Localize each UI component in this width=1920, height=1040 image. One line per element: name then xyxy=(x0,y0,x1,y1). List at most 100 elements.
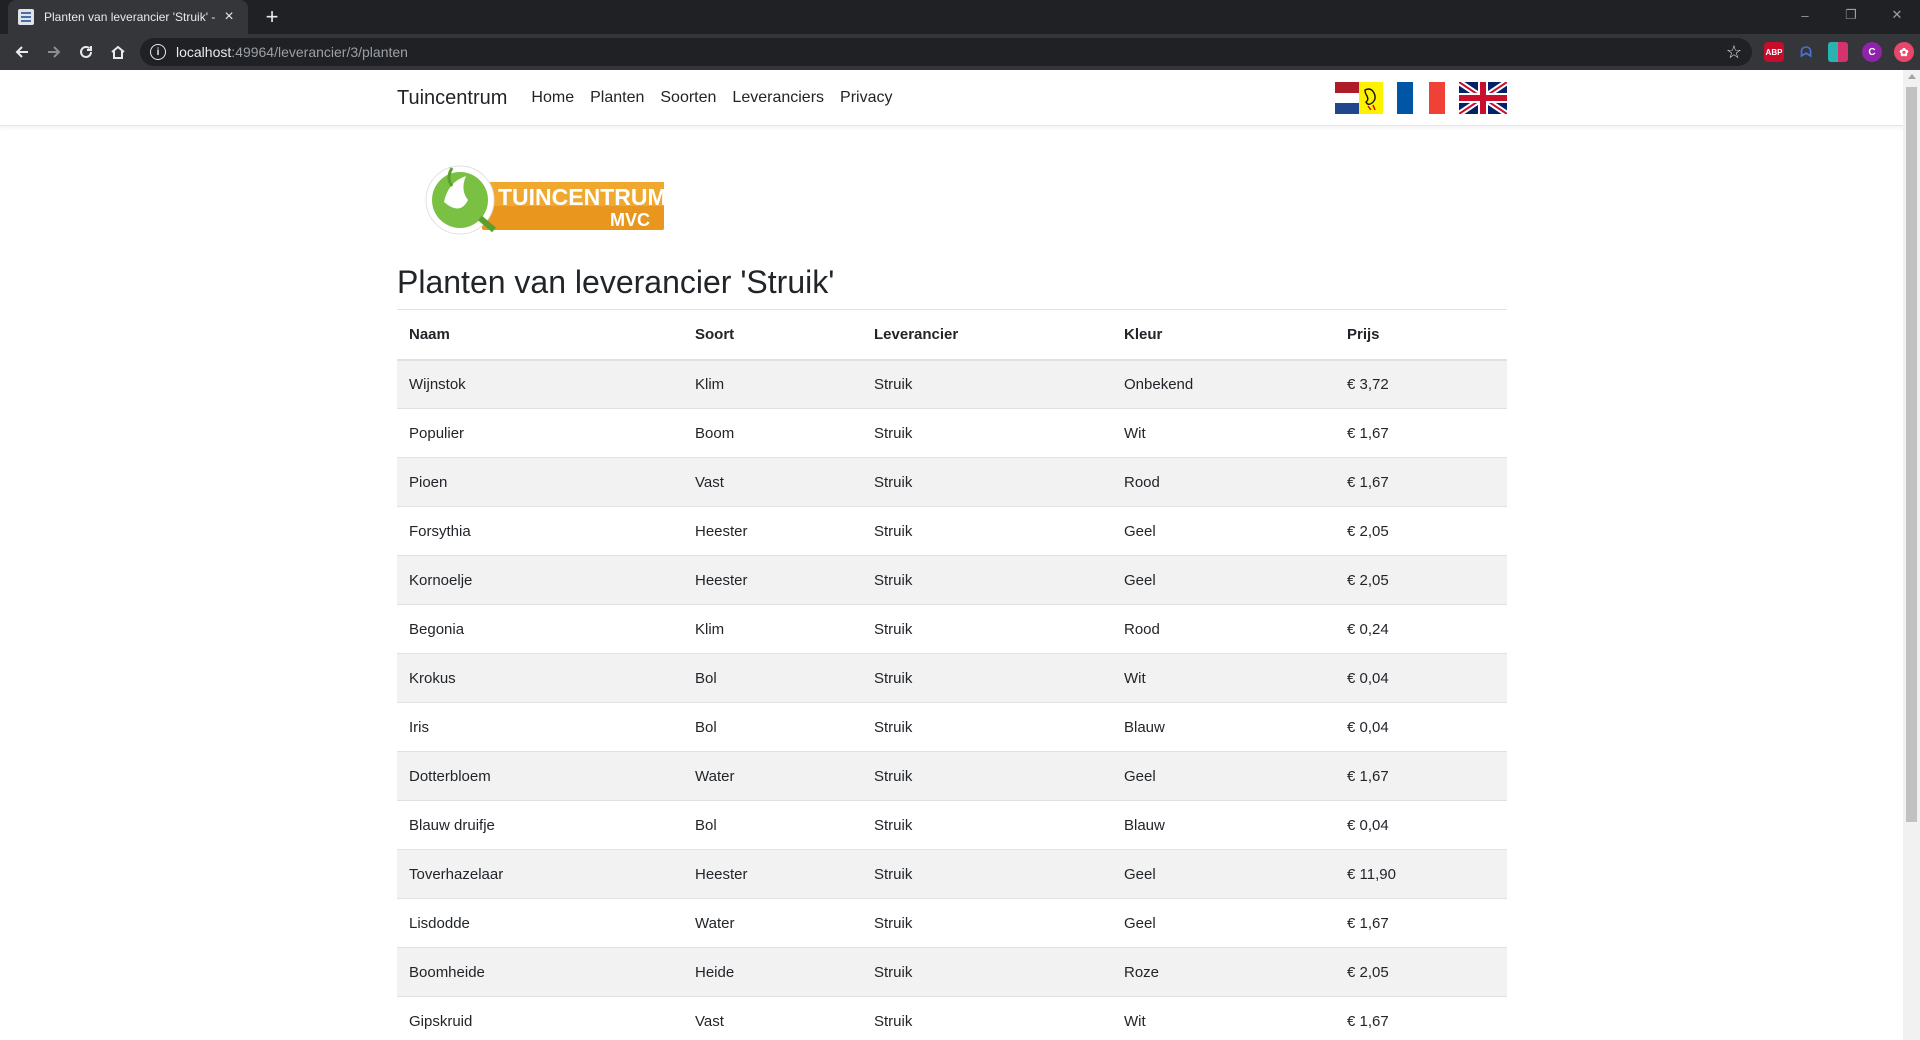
cell-naam: Kornoelje xyxy=(397,555,683,605)
address-bar[interactable]: i localhost:49964/leverancier/3/planten … xyxy=(140,38,1752,66)
cell-naam: Boomheide xyxy=(397,947,683,997)
page-favicon-icon xyxy=(18,9,34,25)
cell-naam: Krokus xyxy=(397,653,683,703)
cell-naam: Toverhazelaar xyxy=(397,849,683,899)
nav-link-home[interactable]: Home xyxy=(531,89,574,107)
cell-prijs: € 3,72 xyxy=(1335,359,1507,409)
book-extension-icon[interactable] xyxy=(1828,42,1848,62)
main-container: TUINCENTRUM MVC Planten van leverancier … xyxy=(397,127,1507,1040)
column-header-naam: Naam xyxy=(397,309,683,361)
cell-soort: Bol xyxy=(683,800,862,850)
cell-leverancier: Struik xyxy=(862,506,1112,556)
cell-soort: Bol xyxy=(683,702,862,752)
cell-kleur: Blauw xyxy=(1112,702,1335,752)
cell-soort: Water xyxy=(683,751,862,801)
cell-soort: Heester xyxy=(683,555,862,605)
home-icon xyxy=(111,45,125,59)
cell-prijs: € 1,67 xyxy=(1335,996,1507,1040)
cell-leverancier: Struik xyxy=(862,947,1112,997)
ghost-extension-icon[interactable]: ᗣ xyxy=(1796,42,1816,62)
cell-prijs: € 11,90 xyxy=(1335,849,1507,899)
arrow-left-icon xyxy=(15,46,28,58)
cell-kleur: Onbekend xyxy=(1112,359,1335,409)
table-row: Pioen Vast Struik Rood € 1,67 xyxy=(397,457,1507,507)
forward-button[interactable] xyxy=(38,36,70,68)
cell-kleur: Blauw xyxy=(1112,800,1335,850)
new-tab-button[interactable]: + xyxy=(258,3,286,31)
tab-title: Planten van leverancier 'Struik' - xyxy=(44,10,216,24)
home-button[interactable] xyxy=(102,36,134,68)
nav-link-privacy[interactable]: Privacy xyxy=(840,89,892,107)
page-title: Planten van leverancier 'Struik' xyxy=(397,264,835,300)
cell-naam: Gipskruid xyxy=(397,996,683,1040)
cell-leverancier: Struik xyxy=(862,702,1112,752)
logo-text-tuincentrum: TUINCENTRUM xyxy=(498,184,667,210)
cell-prijs: € 1,67 xyxy=(1335,898,1507,948)
flag-nl-icon[interactable] xyxy=(1335,82,1383,114)
cell-prijs: € 0,04 xyxy=(1335,800,1507,850)
cell-leverancier: Struik xyxy=(862,751,1112,801)
cell-leverancier: Struik xyxy=(862,457,1112,507)
cell-leverancier: Struik xyxy=(862,996,1112,1040)
language-flags xyxy=(1335,82,1507,114)
close-window-button[interactable]: ✕ xyxy=(1874,0,1920,30)
cell-soort: Heester xyxy=(683,506,862,556)
nav-link-soorten[interactable]: Soorten xyxy=(660,89,716,107)
pink-extension-icon[interactable]: ✿ xyxy=(1894,42,1914,62)
cell-kleur: Geel xyxy=(1112,898,1335,948)
url-text: localhost:49964/leverancier/3/planten xyxy=(176,44,408,60)
table-row: Lisdodde Water Struik Geel € 1,67 xyxy=(397,898,1507,948)
cell-leverancier: Struik xyxy=(862,604,1112,654)
window-controls: – ❐ ✕ xyxy=(1782,0,1920,30)
cell-prijs: € 2,05 xyxy=(1335,506,1507,556)
cell-leverancier: Struik xyxy=(862,359,1112,409)
cell-leverancier: Struik xyxy=(862,849,1112,899)
cell-prijs: € 2,05 xyxy=(1335,555,1507,605)
table-row: Wijnstok Klim Struik Onbekend € 3,72 xyxy=(397,359,1507,409)
cell-soort: Water xyxy=(683,898,862,948)
minimize-button[interactable]: – xyxy=(1782,0,1828,30)
cell-kleur: Wit xyxy=(1112,408,1335,458)
cell-prijs: € 1,67 xyxy=(1335,457,1507,507)
cell-naam: Populier xyxy=(397,408,683,458)
table-row: Toverhazelaar Heester Struik Geel € 11,90 xyxy=(397,849,1507,899)
cell-kleur: Wit xyxy=(1112,653,1335,703)
cell-naam: Lisdodde xyxy=(397,898,683,948)
adblock-extension-icon[interactable]: ABP xyxy=(1764,42,1784,62)
site-info-icon[interactable]: i xyxy=(150,44,166,60)
reload-icon xyxy=(80,45,92,58)
flag-fr-icon[interactable] xyxy=(1397,82,1445,114)
table-row: Dotterbloem Water Struik Geel € 1,67 xyxy=(397,751,1507,801)
bookmark-star-icon[interactable]: ☆ xyxy=(1726,42,1742,63)
cell-prijs: € 1,67 xyxy=(1335,751,1507,801)
reload-button[interactable] xyxy=(70,36,102,68)
scrollbar-thumb[interactable] xyxy=(1906,87,1917,822)
back-button[interactable] xyxy=(6,36,38,68)
tuincentrum-logo: TUINCENTRUM MVC xyxy=(425,165,667,235)
cell-naam: Wijnstok xyxy=(397,359,683,409)
cell-naam: Dotterbloem xyxy=(397,751,683,801)
cell-kleur: Rood xyxy=(1112,604,1335,654)
logo-text-mvc: MVC xyxy=(610,210,650,230)
table-row: Blauw druifje Bol Struik Blauw € 0,04 xyxy=(397,800,1507,850)
cell-prijs: € 0,04 xyxy=(1335,702,1507,752)
cell-soort: Klim xyxy=(683,604,862,654)
cell-soort: Klim xyxy=(683,359,862,409)
scroll-up-arrow-icon[interactable] xyxy=(1908,74,1916,79)
browser-tab[interactable]: Planten van leverancier 'Struik' - × xyxy=(8,0,248,34)
nav-link-leveranciers[interactable]: Leveranciers xyxy=(732,89,824,107)
navbar-brand[interactable]: Tuincentrum xyxy=(397,87,507,110)
restore-button[interactable]: ❐ xyxy=(1828,0,1874,30)
cell-kleur: Geel xyxy=(1112,555,1335,605)
flag-uk-icon[interactable] xyxy=(1459,82,1507,114)
site-navbar: Tuincentrum Home Planten Soorten Leveran… xyxy=(0,70,1920,126)
cell-leverancier: Struik xyxy=(862,800,1112,850)
close-tab-icon[interactable]: × xyxy=(220,8,238,26)
cell-kleur: Wit xyxy=(1112,996,1335,1040)
table-row: Populier Boom Struik Wit € 1,67 xyxy=(397,408,1507,458)
table-row: Kornoelje Heester Struik Geel € 2,05 xyxy=(397,555,1507,605)
page-scrollbar[interactable] xyxy=(1903,70,1920,1040)
nav-link-planten[interactable]: Planten xyxy=(590,89,644,107)
profile-avatar[interactable]: C xyxy=(1862,42,1882,62)
cell-leverancier: Struik xyxy=(862,408,1112,458)
